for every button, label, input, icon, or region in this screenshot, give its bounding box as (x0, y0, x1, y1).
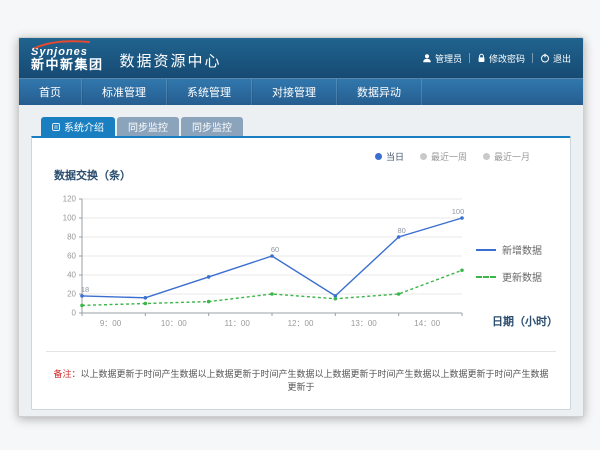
content-area: 系统介绍 同步监控 同步监控 当日 最近一周 最近一月 数据交换（条） 0 20 4… (19, 105, 583, 416)
svg-text:12：00: 12：00 (288, 319, 314, 328)
filter-label: 最近一周 (431, 150, 467, 163)
tab-label: 系统介绍 (64, 119, 104, 134)
svg-text:14：00: 14：00 (414, 319, 440, 328)
footer-note: 备注：以上数据更新于时间产生数据以上数据更新于时间产生数据以上数据更新于时间产生… (46, 351, 556, 409)
y-axis-title: 数据交换（条） (44, 163, 558, 187)
lock-icon (477, 53, 486, 63)
svg-text:13：00: 13：00 (351, 319, 377, 328)
svg-text:0: 0 (72, 309, 77, 318)
tab-system-intro[interactable]: 系统介绍 (41, 117, 115, 136)
user-menu: 管理员 修改密码 退出 (422, 52, 571, 65)
filter-last-week[interactable]: 最近一周 (420, 150, 467, 163)
tab-label: 同步监控 (192, 119, 232, 134)
svg-text:40: 40 (67, 271, 76, 280)
change-password-label: 修改密码 (489, 52, 525, 65)
svg-text:18: 18 (81, 285, 89, 294)
nav-item-integration-mgmt[interactable]: 对接管理 (252, 79, 337, 105)
legend-label: 更新数据 (502, 269, 542, 284)
tab-sync-monitor-2[interactable]: 同步监控 (181, 117, 243, 136)
user-icon (422, 53, 432, 63)
filter-last-month[interactable]: 最近一月 (483, 150, 530, 163)
logo-swoosh-icon (33, 39, 91, 49)
app-window: Synjones 新中新集团 数据资源中心 管理员 修改密码 退出 首页 标准管… (18, 37, 584, 417)
app-header: Synjones 新中新集团 数据资源中心 管理员 修改密码 退出 (19, 38, 583, 78)
power-icon (540, 53, 550, 63)
document-icon (52, 123, 60, 131)
svg-text:120: 120 (63, 195, 77, 204)
legend-dot (375, 153, 382, 160)
tab-label: 同步监控 (128, 119, 168, 134)
page-title: 数据资源中心 (120, 50, 222, 71)
svg-text:100: 100 (63, 214, 77, 223)
legend-dot (420, 153, 427, 160)
note-prefix: 备注： (53, 369, 80, 379)
svg-text:9：00: 9：00 (100, 319, 122, 328)
tab-sync-monitor-1[interactable]: 同步监控 (117, 117, 179, 136)
line-sample-dashed (476, 276, 496, 278)
divider (532, 53, 533, 63)
legend-dot (483, 153, 490, 160)
brand-logo: Synjones 新中新集团 (31, 43, 104, 72)
chart-panel: 当日 最近一周 最近一月 数据交换（条） 0 20 40 60 80 100 120 9：00… (31, 136, 571, 410)
logout-button[interactable]: 退出 (540, 52, 571, 65)
svg-text:11：00: 11：00 (225, 319, 251, 328)
legend-new-data[interactable]: 新增数据 (476, 242, 558, 257)
page: { "header": { "logo_primary": "Synjones"… (0, 0, 600, 450)
svg-text:80: 80 (397, 226, 405, 235)
filter-label: 最近一月 (494, 150, 530, 163)
svg-text:10：00: 10：00 (161, 319, 187, 328)
filter-label: 当日 (386, 150, 404, 163)
note-text: 以上数据更新于时间产生数据以上数据更新于时间产生数据以上数据更新于时间产生数据以… (81, 369, 549, 392)
chart-row: 0 20 40 60 80 100 120 9：00 10：00 11：00 12：00 13：00 1… (44, 187, 558, 339)
nav-item-home[interactable]: 首页 (19, 79, 82, 105)
admin-user-label: 管理员 (435, 52, 462, 65)
legend-update-data[interactable]: 更新数据 (476, 269, 558, 284)
svg-text:60: 60 (271, 245, 279, 254)
line-sample-solid (476, 249, 496, 251)
logo-text-cn: 新中新集团 (31, 58, 104, 72)
x-axis-title: 日期（小时） (492, 313, 558, 329)
line-chart: 0 20 40 60 80 100 120 9：00 10：00 11：00 12：00 13：00 1… (48, 187, 468, 339)
legend-label: 新增数据 (502, 242, 542, 257)
svg-text:20: 20 (67, 290, 76, 299)
divider (469, 53, 470, 63)
chart-side-legend: 新增数据 更新数据 日期（小时） (468, 187, 558, 339)
logout-label: 退出 (553, 52, 571, 65)
svg-text:80: 80 (67, 233, 76, 242)
time-range-legend: 当日 最近一周 最近一月 (44, 144, 558, 163)
admin-user-button[interactable]: 管理员 (422, 52, 462, 65)
svg-text:100: 100 (452, 207, 465, 216)
main-nav: 首页 标准管理 系统管理 对接管理 数据异动 (19, 78, 583, 105)
filter-today[interactable]: 当日 (375, 150, 404, 163)
tab-strip: 系统介绍 同步监控 同步监控 (31, 117, 571, 136)
nav-item-system-mgmt[interactable]: 系统管理 (167, 79, 252, 105)
change-password-button[interactable]: 修改密码 (477, 52, 525, 65)
svg-text:60: 60 (67, 252, 76, 261)
nav-item-standard-mgmt[interactable]: 标准管理 (82, 79, 167, 105)
nav-item-data-change[interactable]: 数据异动 (337, 79, 422, 105)
